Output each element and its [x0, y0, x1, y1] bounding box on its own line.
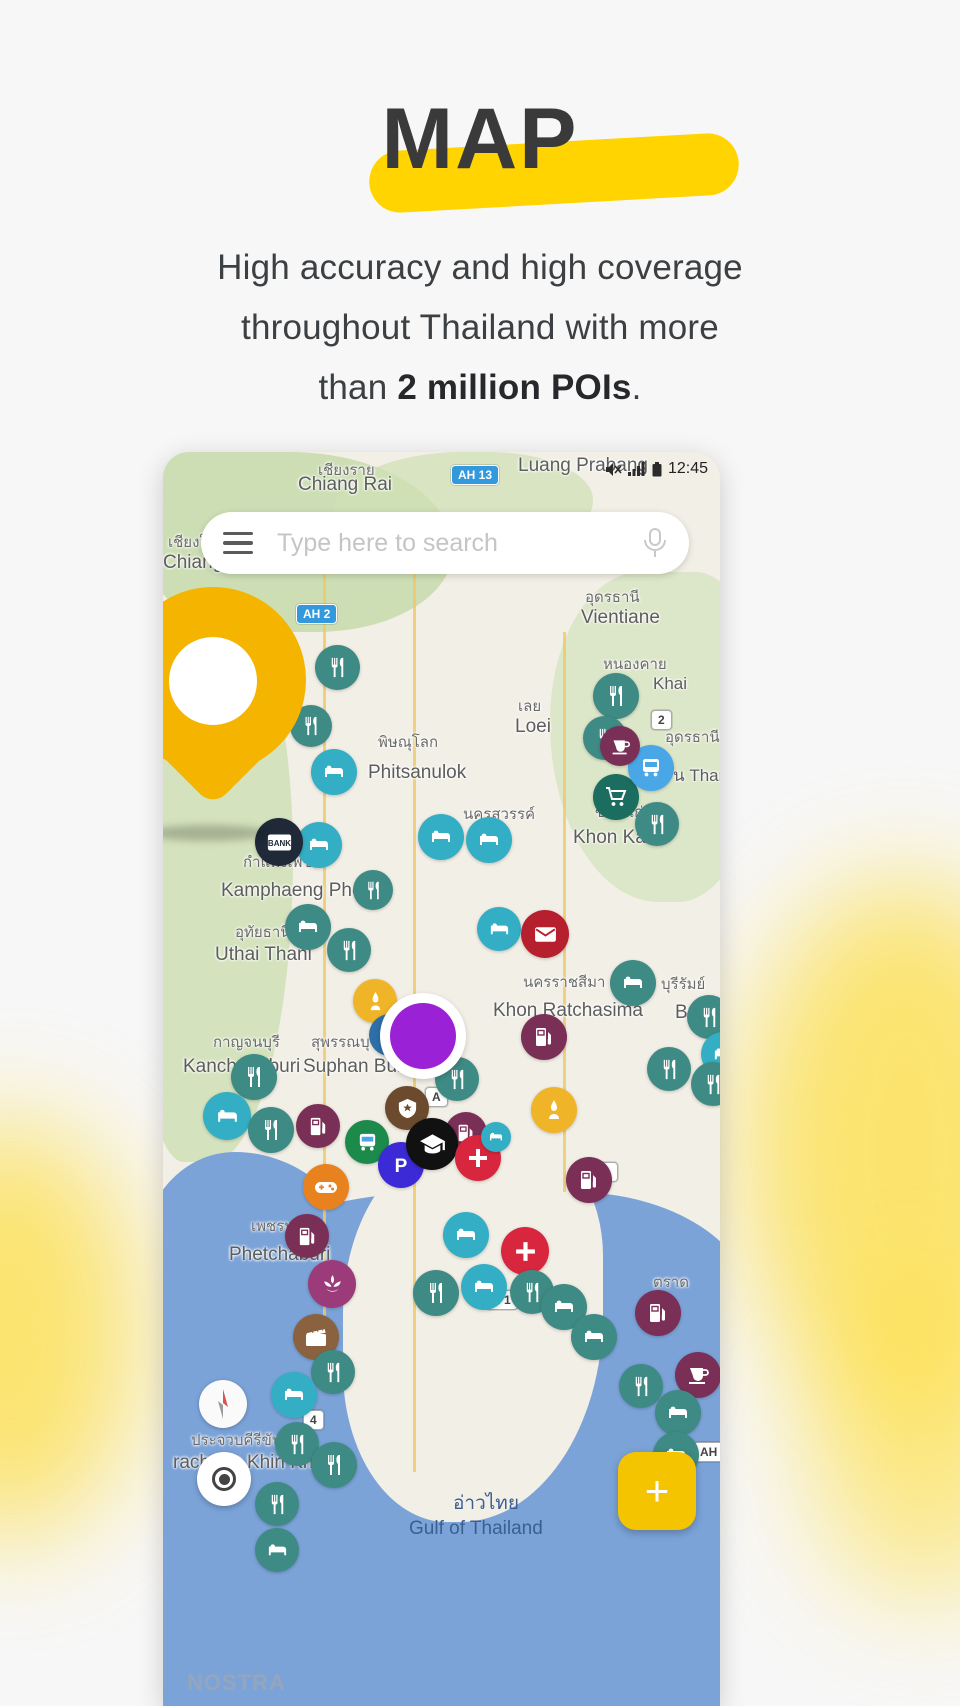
subtitle-line-1: High accuracy and high coverage — [217, 248, 743, 287]
current-location-marker[interactable] — [380, 993, 466, 1079]
background-glow-right — [740, 880, 960, 1420]
header: MAP High accuracy and high coverage thro… — [0, 0, 960, 419]
map-label: Kamphaeng Phet — [221, 880, 368, 901]
hotel-icon[interactable] — [481, 1122, 511, 1152]
gas-icon[interactable] — [635, 1290, 681, 1336]
hotel-icon[interactable] — [477, 907, 521, 951]
spa-icon[interactable] — [308, 1260, 356, 1308]
hospital-icon[interactable] — [501, 1227, 549, 1275]
subtitle-line-2: throughout Thailand with more — [241, 308, 719, 348]
map-label: เลย — [518, 698, 542, 715]
highlight-map-pin — [163, 587, 306, 841]
background-glow-right-lower — [810, 1300, 960, 1600]
phone-mockup: เชียงราย Chiang Rai Luang Prabang เชียงใหม่… — [163, 452, 720, 1706]
map-label: บุรีรัมย์ — [661, 976, 706, 993]
map-label: สุพรรณบุรี — [311, 1034, 378, 1051]
gas-icon[interactable] — [521, 1014, 567, 1060]
subtitle-suffix: . — [631, 368, 642, 408]
status-time: 12:45 — [667, 460, 708, 477]
restaurant-icon[interactable] — [619, 1364, 663, 1408]
map-label: กาญจนบุรี — [213, 1034, 280, 1051]
map-label: Vientiane — [581, 607, 660, 628]
add-button[interactable]: + — [618, 1452, 696, 1530]
restaurant-icon[interactable] — [311, 1350, 355, 1394]
restaurant-icon[interactable] — [413, 1270, 459, 1316]
hotel-icon[interactable] — [203, 1092, 251, 1140]
mute-icon — [605, 462, 622, 477]
map-label: อุทัยธานี — [235, 924, 291, 941]
restaurant-icon[interactable] — [353, 870, 393, 910]
map-label: Phitsanulok — [368, 762, 467, 783]
page-title-wrapper: MAP — [361, 91, 741, 215]
map-label: นครราชสีมา — [523, 974, 606, 991]
microphone-icon[interactable] — [643, 526, 667, 560]
page-title: MAP — [381, 91, 579, 187]
restaurant-icon[interactable] — [593, 673, 639, 719]
restaurant-icon[interactable] — [635, 802, 679, 846]
cafe-icon[interactable] — [600, 726, 640, 766]
highway-shield: 2 — [651, 710, 672, 730]
map-label: อ่าวไทย — [453, 1493, 519, 1514]
map-label: Loei — [515, 716, 551, 737]
game-icon[interactable] — [303, 1164, 349, 1210]
svg-text:BANK: BANK — [267, 839, 290, 848]
temple-icon[interactable] — [531, 1087, 577, 1133]
map-label: Gulf of Thailand — [409, 1518, 543, 1539]
hotel-icon[interactable] — [285, 904, 331, 950]
map-label: อุดรธานี — [665, 729, 720, 746]
hotel-icon[interactable] — [610, 960, 656, 1006]
page-subtitle: High accuracy and high coverage througho… — [0, 238, 960, 419]
app-watermark: NOSTRA — [187, 1670, 286, 1695]
restaurant-icon[interactable] — [248, 1107, 294, 1153]
svg-text:P: P — [395, 1156, 408, 1177]
search-input[interactable]: Type here to search — [277, 529, 643, 558]
hotel-icon[interactable] — [461, 1264, 507, 1310]
hotel-icon[interactable] — [271, 1372, 317, 1418]
status-bar: 12:45 — [163, 452, 720, 486]
gas-icon[interactable] — [296, 1104, 340, 1148]
mail-icon[interactable] — [521, 910, 569, 958]
map-label: น Thani — [673, 766, 720, 785]
hamburger-icon[interactable] — [223, 532, 253, 554]
restaurant-icon[interactable] — [647, 1047, 691, 1091]
background-glow-left — [0, 1120, 140, 1540]
gas-icon[interactable] — [566, 1157, 612, 1203]
map-label: Khai — [653, 674, 688, 693]
hotel-icon[interactable] — [655, 1390, 701, 1436]
restaurant-icon[interactable] — [311, 1442, 357, 1488]
signal-icon — [627, 462, 646, 476]
my-location-icon[interactable] — [197, 1452, 251, 1506]
hotel-icon[interactable] — [571, 1314, 617, 1360]
subtitle-emphasis: 2 million POIs — [397, 368, 632, 408]
search-bar[interactable]: Type here to search — [201, 512, 689, 574]
hotel-icon[interactable] — [311, 749, 357, 795]
hotel-icon[interactable] — [255, 1528, 299, 1572]
subtitle-line-3: than 2 million POIs. — [0, 358, 960, 418]
hotel-icon[interactable] — [443, 1212, 489, 1258]
restaurant-icon[interactable] — [231, 1054, 277, 1100]
restaurant-icon[interactable] — [315, 645, 360, 690]
map-label: พิษณุโลก — [378, 734, 439, 751]
restaurant-icon[interactable] — [327, 928, 371, 972]
gas-icon[interactable] — [285, 1214, 329, 1258]
battery-icon — [652, 461, 662, 477]
subtitle-prefix: than — [318, 368, 398, 408]
map-label: อุดรธานี — [585, 589, 640, 606]
restaurant-icon[interactable] — [255, 1482, 299, 1526]
compass-icon[interactable] — [199, 1380, 247, 1428]
hotel-icon[interactable] — [466, 817, 512, 863]
school-icon[interactable] — [406, 1118, 458, 1170]
hotel-icon[interactable] — [418, 814, 464, 860]
map-label: Khon Ratchasima — [493, 1000, 643, 1021]
